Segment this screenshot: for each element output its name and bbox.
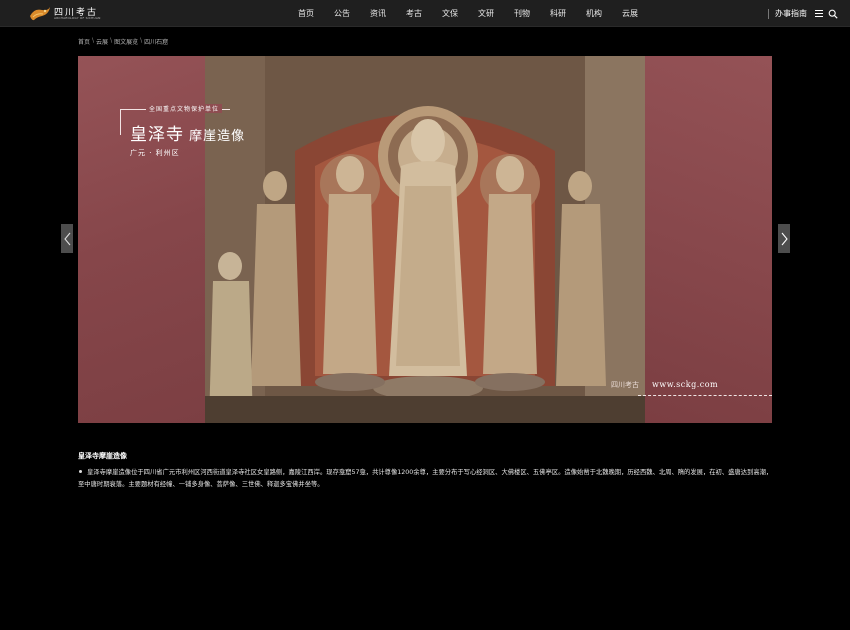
main-nav: 首页 公告 资讯 考古 文保 文研 刊物 科研 机构 云展 bbox=[298, 0, 658, 27]
search-icon[interactable] bbox=[828, 9, 838, 19]
article-title: 皇泽寺摩崖造像 bbox=[78, 452, 127, 460]
nav-item-news[interactable]: 资讯 bbox=[370, 0, 386, 27]
banner-texture-right bbox=[645, 56, 772, 423]
breadcrumb-exhibition[interactable]: 图文展览 bbox=[114, 37, 138, 46]
nav-item-science[interactable]: 科研 bbox=[550, 0, 566, 27]
banner-kicker: 全国重点文物保护单位 bbox=[146, 104, 223, 113]
nav-item-notices[interactable]: 公告 bbox=[334, 0, 350, 27]
breadcrumb-separator: \ bbox=[140, 37, 143, 44]
breadcrumb: 首页 \ 云展 \ 图文展览 \ 四川石窟 bbox=[78, 37, 168, 46]
bullet-icon bbox=[79, 470, 82, 473]
carousel-next-button[interactable] bbox=[778, 224, 790, 253]
article-body: 皇泽寺摩崖造像位于四川省广元市利州区河西街道皇泽寺社区女皇路侧，嘉陵江西岸。现存… bbox=[78, 467, 775, 491]
nav-item-conservation[interactable]: 文保 bbox=[442, 0, 458, 27]
site-logo[interactable]: 四川考古 ARCHAEOLOGY OF SICHUAN bbox=[28, 4, 101, 23]
guide-link[interactable]: 办事指南 bbox=[775, 8, 807, 19]
nav-item-publications[interactable]: 刊物 bbox=[514, 0, 530, 27]
hero-banner: 全国重点文物保护单位 皇泽寺 摩崖造像 广元 · 利州区 四川考古 www.sc… bbox=[78, 56, 772, 423]
nav-item-research[interactable]: 文研 bbox=[478, 0, 494, 27]
menu-icon[interactable] bbox=[815, 10, 823, 17]
nav-item-archaeology[interactable]: 考古 bbox=[406, 0, 422, 27]
banner-url: www.sckg.com bbox=[652, 380, 719, 389]
breadcrumb-current[interactable]: 四川石窟 bbox=[144, 37, 168, 46]
chevron-right-icon bbox=[781, 232, 788, 245]
banner-location: 广元 · 利州区 bbox=[130, 149, 180, 157]
logo-emblem-icon bbox=[30, 7, 50, 21]
banner-dashed-line bbox=[638, 395, 772, 396]
nav-item-cloud-exhibition[interactable]: 云展 bbox=[622, 0, 638, 27]
header-divider bbox=[768, 8, 769, 19]
chevron-left-icon bbox=[63, 232, 70, 245]
header-tools: 办事指南 bbox=[768, 0, 838, 27]
breadcrumb-cloud[interactable]: 云展 bbox=[96, 37, 108, 46]
site-header: 四川考古 ARCHAEOLOGY OF SICHUAN 首页 公告 资讯 考古 … bbox=[0, 0, 850, 27]
nav-item-home[interactable]: 首页 bbox=[298, 0, 314, 27]
logo-subtitle: ARCHAEOLOGY OF SICHUAN bbox=[54, 16, 101, 20]
banner-frame-line bbox=[120, 109, 121, 135]
grotto-photo bbox=[205, 56, 645, 423]
breadcrumb-separator: \ bbox=[92, 37, 95, 44]
grotto-statues-image bbox=[205, 56, 645, 423]
breadcrumb-separator: \ bbox=[110, 37, 113, 44]
banner-title: 皇泽寺 摩崖造像 bbox=[130, 120, 245, 145]
article-text: 皇泽寺摩崖造像位于四川省广元市利州区河西街道皇泽寺社区女皇路侧，嘉陵江西岸。现存… bbox=[78, 469, 773, 488]
banner-title-main: 皇泽寺 bbox=[130, 125, 184, 145]
banner-watermark: 四川考古 bbox=[611, 381, 639, 389]
breadcrumb-home[interactable]: 首页 bbox=[78, 37, 90, 46]
banner-title-sub: 摩崖造像 bbox=[189, 129, 246, 144]
nav-item-institutions[interactable]: 机构 bbox=[586, 0, 602, 27]
carousel-prev-button[interactable] bbox=[61, 224, 73, 253]
